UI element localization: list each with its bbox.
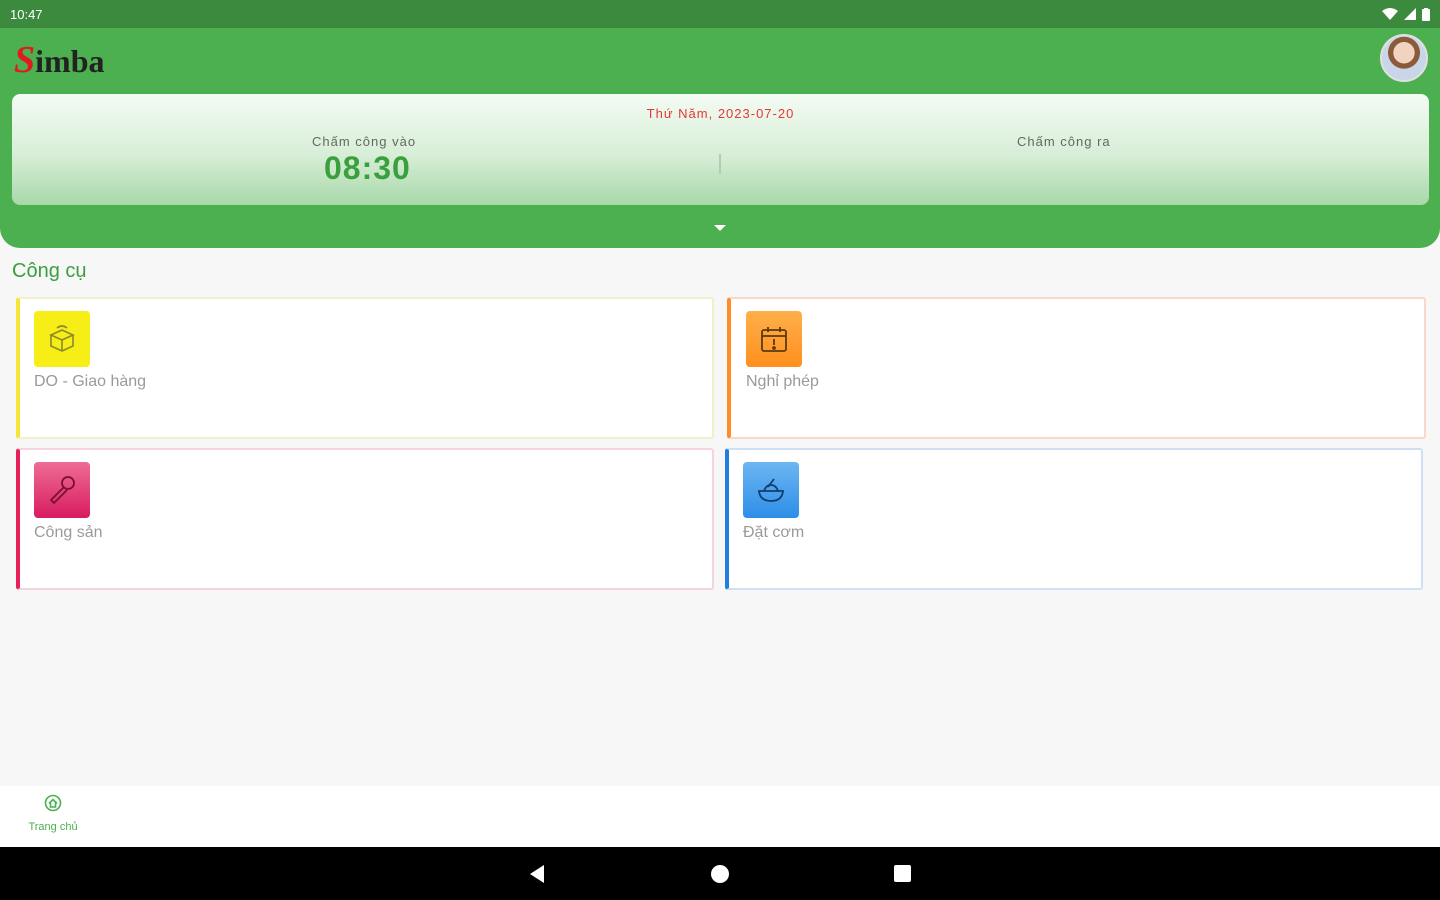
nav-home-label: Trang chủ [28,821,78,833]
attendance-divider [719,154,721,174]
avatar[interactable] [1380,34,1428,82]
recent-apps-icon[interactable] [894,865,911,882]
section-title-tools: Công cụ [12,260,87,282]
attendance-date: Thứ Năm, 2023-07-20 [646,106,795,121]
tool-label-assets: Công sản [34,524,103,541]
tool-label-delivery: DO - Giao hàng [34,373,147,390]
home-icon [44,794,62,812]
tool-tile-assets[interactable]: Công sản [16,448,714,590]
wifi-icon [1382,8,1398,20]
status-icons [1382,7,1430,21]
tool-tile-leave[interactable]: Nghỉ phép [727,297,1426,439]
rice-bowl-icon [743,462,799,518]
logo-text: imba [35,43,105,79]
back-icon[interactable] [530,865,544,883]
battery-icon [1422,7,1430,21]
box-delivery-icon [34,311,90,367]
check-out-label[interactable]: Chấm công ra [1017,134,1111,149]
bottom-nav: Trang chủ [0,786,1440,847]
signal-icon [1404,8,1416,20]
wrench-icon [34,462,90,518]
expand-arrow-icon[interactable] [714,225,726,231]
check-in-label[interactable]: Chấm công vào [312,134,416,149]
status-time: 10:47 [10,6,43,22]
tool-tile-meal[interactable]: Đặt cơm [725,448,1423,590]
tool-label-meal: Đặt cơm [743,524,805,541]
nav-home[interactable]: Trang chủ [20,794,86,833]
status-bar: 10:47 [0,0,1440,28]
tool-tile-delivery[interactable]: DO - Giao hàng [16,297,714,439]
attendance-card: Thứ Năm, 2023-07-20 Chấm công vào 08:30 … [12,94,1429,205]
tool-label-leave: Nghỉ phép [746,373,819,390]
logo-initial: S [14,39,36,81]
system-nav-bar [0,847,1440,900]
app-header: Simba Thứ Năm, 2023-07-20 Chấm công vào … [0,28,1440,248]
home-button-icon[interactable] [711,865,729,883]
calendar-alert-icon [746,311,802,367]
check-in-time: 08:30 [324,150,411,186]
simba-logo[interactable]: Simba [14,38,104,82]
